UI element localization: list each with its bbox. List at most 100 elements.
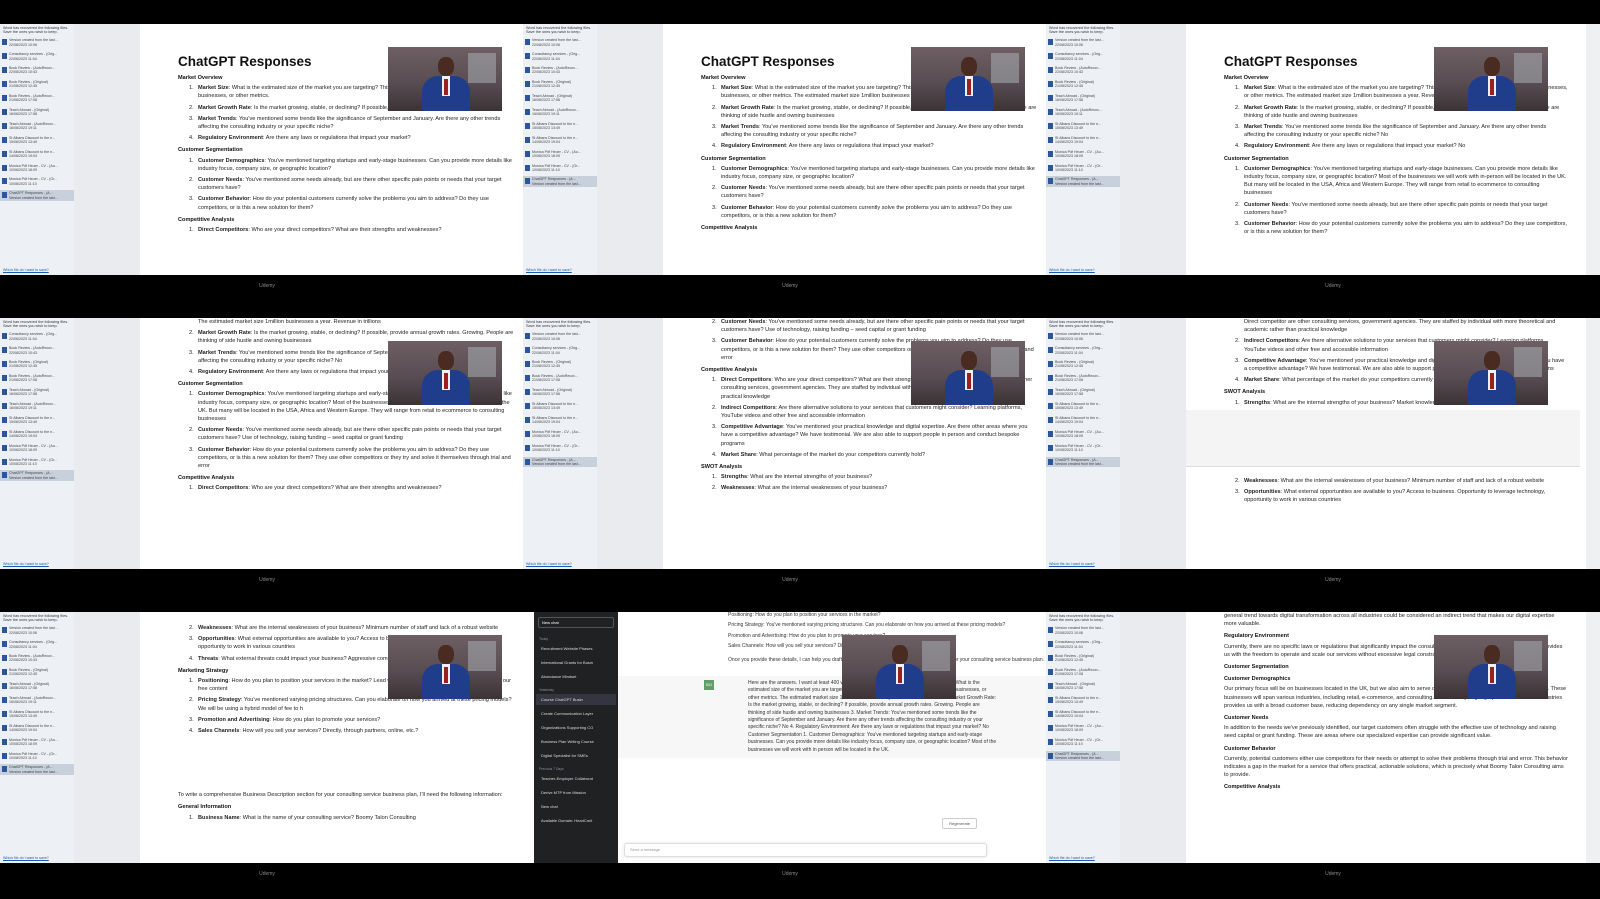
recovery-item[interactable]: Book Review - (AutoRecov... 22/08/2023 10… (523, 65, 597, 75)
recovery-item[interactable]: St Albans Discount to the e... 14/08/2023… (523, 415, 597, 425)
recovery-item[interactable]: Book Review - (AutoRecov... 21/08/2023 17… (523, 373, 597, 383)
recovery-item[interactable]: Book Review - (AutoRecov... 21/08/2023 17… (0, 93, 74, 103)
recovery-help-link[interactable]: Which file do I want to save? (526, 562, 572, 566)
document-scrollbar[interactable] (1586, 318, 1600, 569)
recovery-item[interactable]: Monica Pdf Heuer - CV - (Au... 10/08/2023… (1046, 723, 1120, 733)
recovery-item[interactable]: Monica Pdf Heuer - CV - (Or... 10/08/2023… (1046, 163, 1120, 173)
recovery-item-selected[interactable]: ChatGPT Responses - (A... Version created… (0, 470, 74, 481)
recovery-help-link[interactable]: Which file do I want to save? (1049, 268, 1095, 272)
recovery-item[interactable]: Book Review - (AutoRecov... 22/08/2023 10… (0, 653, 74, 663)
chat-history-item[interactable]: Business Plan Writing Course (536, 736, 616, 747)
new-chat-button[interactable]: New chat (538, 617, 614, 628)
recovery-item[interactable]: Teach Abroad - (Original) 16/08/2023 17:5… (0, 387, 74, 397)
recovery-help-link[interactable]: Which file do I want to save? (3, 562, 49, 566)
recovery-item[interactable]: Book Review - (AutoRecov... 22/08/2023 10… (0, 65, 74, 75)
recovery-item[interactable]: Monica Pdf Heuer - CV - (Au... 10/08/2023… (1046, 429, 1120, 439)
recovery-item-selected[interactable]: ChatGPT Responses - (A... Version created… (0, 764, 74, 775)
recovery-item[interactable]: Book Review - (Original) 21/08/2023 12:45 (1046, 79, 1120, 89)
recovery-help-link[interactable]: Which file do I want to save? (3, 268, 49, 272)
recovery-item-selected[interactable]: ChatGPT Responses - (A... Version created… (0, 190, 74, 201)
recovery-item[interactable]: Teach Abroad - (AutoRecov... 16/08/2023 1… (523, 107, 597, 117)
recovery-item[interactable]: Monica Pdf Heuer - CV - (Au... 10/08/2023… (523, 149, 597, 159)
recovery-item[interactable]: Monica Pdf Heuer - CV - (Or... 10/08/2023… (1046, 443, 1120, 453)
recovery-item[interactable]: Teach Abroad - (AutoRecov... 16/08/2023 1… (1046, 107, 1120, 117)
regenerate-button[interactable]: Regenerate (942, 817, 977, 829)
recovery-item[interactable]: Teach Abroad - (AutoRecov... 16/08/2023 1… (0, 401, 74, 411)
recovery-item[interactable]: St Albans Discount to the e... 15/08/2023… (0, 415, 74, 425)
recovery-item[interactable]: Version created from the last... 22/08/20… (1046, 625, 1120, 635)
recovery-item[interactable]: Monica Pdf Heuer - CV - (Au... 10/08/2023… (0, 443, 74, 453)
recovery-item[interactable]: Book Review - (Original) 21/08/2023 12:45 (0, 667, 74, 677)
recovery-item[interactable]: St Albans Discount to the e... 14/08/2023… (0, 429, 74, 439)
recovery-item[interactable]: Version created from the last... 22/08/20… (523, 331, 597, 341)
chat-history-item[interactable]: Abundance Mindset (536, 671, 616, 682)
recovery-item[interactable]: Version created from the last... 22/08/20… (1046, 331, 1120, 341)
recovery-item[interactable]: St Albans Discount to the e... 14/08/2023… (0, 723, 74, 733)
recovery-item-selected[interactable]: ChatGPT Responses - (A... Version created… (523, 176, 597, 187)
recovery-item[interactable]: Consultancy services - (Orig... 22/08/202… (0, 331, 74, 341)
recovery-item[interactable]: St Albans Discount to the e... 15/08/2023… (1046, 695, 1120, 705)
recovery-item[interactable]: Teach Abroad - (Original) 16/08/2023 17:5… (0, 681, 74, 691)
recovery-item[interactable]: Book Review - (AutoRecov... 21/08/2023 17… (1046, 667, 1120, 677)
message-input[interactable]: Send a message (624, 843, 987, 857)
recovery-help-link[interactable]: Which file do I want to save? (1049, 856, 1095, 860)
recovery-item[interactable]: Book Review - (Original) 21/08/2023 12:45 (0, 79, 74, 89)
recovery-item[interactable]: Book Review - (Original) 21/08/2023 12:45 (1046, 359, 1120, 369)
recovery-item[interactable]: Teach Abroad - (Original) 16/08/2023 17:5… (1046, 93, 1120, 103)
recovery-item[interactable]: Version created from the last... 22/08/20… (523, 37, 597, 47)
recovery-item[interactable]: Monica Pdf Heuer - CV - (Or... 10/08/2023… (1046, 737, 1120, 747)
recovery-item[interactable]: St Albans Discount to the e... 14/08/2023… (523, 135, 597, 145)
recovery-item[interactable]: Consultancy services - (Orig... 22/08/202… (1046, 639, 1120, 649)
recovery-item[interactable]: St Albans Discount to the e... 15/08/2023… (523, 401, 597, 411)
recovery-item[interactable]: St Albans Discount to the e... 14/08/2023… (0, 149, 74, 159)
recovery-help-link[interactable]: Which file do I want to save? (1049, 562, 1095, 566)
recovery-item[interactable]: St Albans Discount to the e... 15/08/2023… (0, 135, 74, 145)
recovery-item[interactable]: Version created from the last... 22/08/20… (0, 625, 74, 635)
recovery-item[interactable]: Book Review - (AutoRecov... 21/08/2023 17… (1046, 373, 1120, 383)
document-scrollbar[interactable] (1586, 24, 1600, 275)
recovery-item[interactable]: Version created from the last... 22/08/20… (0, 37, 74, 47)
recovery-item[interactable]: St Albans Discount to the e... 14/08/2023… (1046, 135, 1120, 145)
recovery-item[interactable]: Book Review - (Original) 21/08/2023 12:45 (523, 359, 597, 369)
recovery-item[interactable]: Teach Abroad - (Original) 16/08/2023 17:5… (1046, 387, 1120, 397)
chat-history-item[interactable]: International Grants for Busin (536, 657, 616, 668)
recovery-item[interactable]: Version created from the last... 22/08/20… (1046, 37, 1120, 47)
chat-history-item[interactable]: Teacher-Employer Collaborat (536, 773, 616, 784)
recovery-item[interactable]: Book Review - (AutoRecov... 22/08/2023 10… (0, 345, 74, 355)
recovery-item[interactable]: Teach Abroad - (AutoRecov... 16/08/2023 1… (0, 695, 74, 705)
chat-history-item[interactable]: Recruitment Website Phases (536, 643, 616, 654)
recovery-item[interactable]: Teach Abroad - (AutoRecov... 16/08/2023 1… (0, 121, 74, 131)
recovery-item[interactable]: Monica Pdf Heuer - CV - (Or... 10/08/2023… (0, 751, 74, 761)
recovery-item[interactable]: Book Review - (Original) 21/08/2023 12:45 (1046, 653, 1120, 663)
recovery-item[interactable]: Book Review - (Original) 21/08/2023 12:45 (0, 359, 74, 369)
recovery-item[interactable]: St Albans Discount to the e... 15/08/2023… (0, 709, 74, 719)
recovery-help-link[interactable]: Which file do I want to save? (3, 856, 49, 860)
recovery-item[interactable]: Consultancy services - (Orig... 22/08/202… (523, 51, 597, 61)
recovery-item[interactable]: Book Review - (AutoRecov... 22/08/2023 10… (1046, 65, 1120, 75)
recovery-item[interactable]: Consultancy services - (Orig... 22/08/202… (1046, 51, 1120, 61)
recovery-item[interactable]: Consultancy services - (Orig... 22/08/202… (0, 51, 74, 61)
recovery-item[interactable]: St Albans Discount to the e... 15/08/2023… (1046, 401, 1120, 411)
recovery-item-selected[interactable]: ChatGPT Responses - (A... Version created… (1046, 456, 1120, 467)
recovery-item[interactable]: Monica Pdf Heuer - CV - (Or... 10/08/2023… (523, 163, 597, 173)
chat-history-item-active[interactable]: Course ChatGPT Busin (536, 694, 616, 705)
recovery-item[interactable]: Monica Pdf Heuer - CV - (Au... 10/08/2023… (0, 163, 74, 173)
chat-history-item[interactable]: Derive MTP from Mission (536, 787, 616, 798)
recovery-item[interactable]: St Albans Discount to the e... 14/08/2023… (1046, 415, 1120, 425)
recovery-item-selected[interactable]: ChatGPT Responses - (A... Version created… (1046, 750, 1120, 761)
document-scrollbar[interactable] (1586, 612, 1600, 863)
recovery-item[interactable]: Book Review - (Original) 21/08/2023 12:45 (523, 79, 597, 89)
chat-history-item[interactable]: Available Domain: HeadCruit (536, 815, 616, 826)
recovery-item[interactable]: Monica Pdf Heuer - CV - (Or... 10/08/2023… (0, 176, 74, 186)
recovery-item[interactable]: Book Review - (AutoRecov... 21/08/2023 17… (0, 373, 74, 383)
recovery-item[interactable]: Teach Abroad - (Original) 16/08/2023 17:5… (523, 387, 597, 397)
recovery-item[interactable]: Teach Abroad - (Original) 16/08/2023 17:5… (523, 93, 597, 103)
recovery-item[interactable]: Monica Pdf Heuer - CV - (Au... 10/08/2023… (0, 737, 74, 747)
recovery-item[interactable]: Monica Pdf Heuer - CV - (Or... 10/08/2023… (0, 457, 74, 467)
recovery-item[interactable]: St Albans Discount to the e... 15/08/2023… (523, 121, 597, 131)
recovery-item[interactable]: Teach Abroad - (Original) 16/08/2023 17:5… (1046, 681, 1120, 691)
recovery-item[interactable]: Consultancy services - (Orig... 22/08/202… (523, 345, 597, 355)
recovery-item-selected[interactable]: ChatGPT Responses - (A... Version created… (523, 456, 597, 467)
recovery-item[interactable]: Monica Pdf Heuer - CV - (Au... 10/08/2023… (523, 429, 597, 439)
recovery-item-selected[interactable]: ChatGPT Responses - (A... Version created… (1046, 176, 1120, 187)
